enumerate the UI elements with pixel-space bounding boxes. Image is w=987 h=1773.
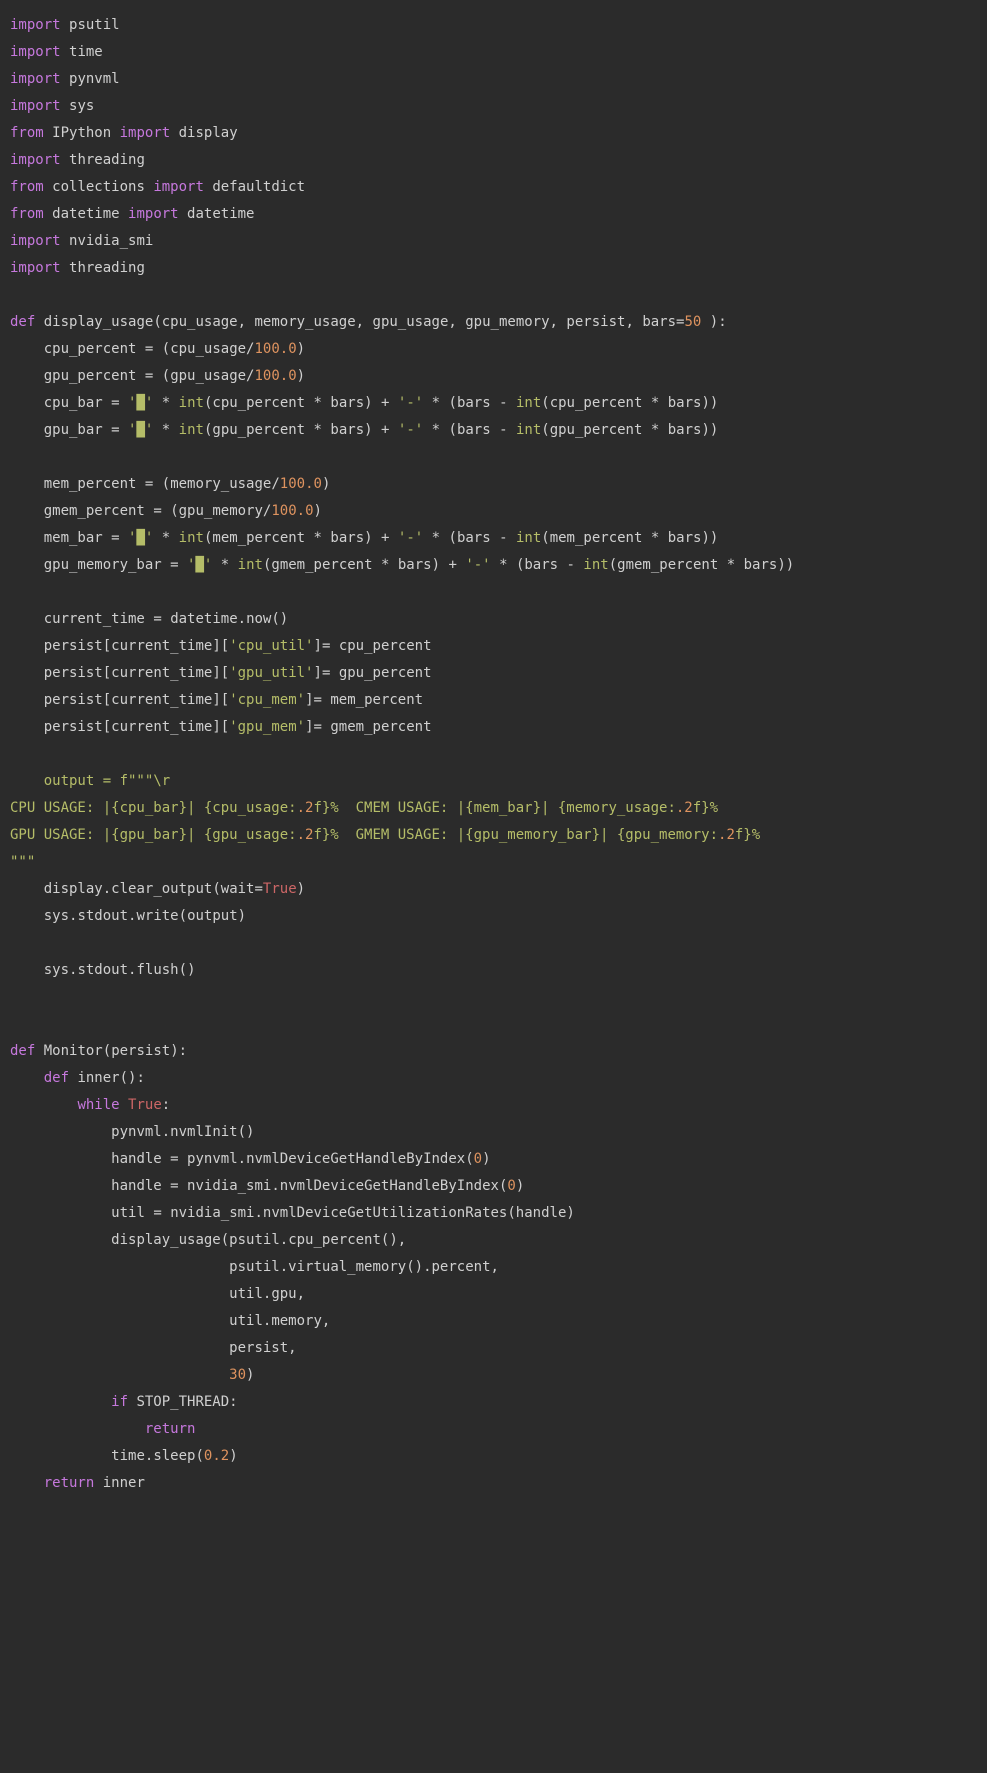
code-block: import psutil import time import pynvml … [0, 0, 987, 1509]
code-content: import psutil import time import pynvml … [10, 17, 794, 1491]
